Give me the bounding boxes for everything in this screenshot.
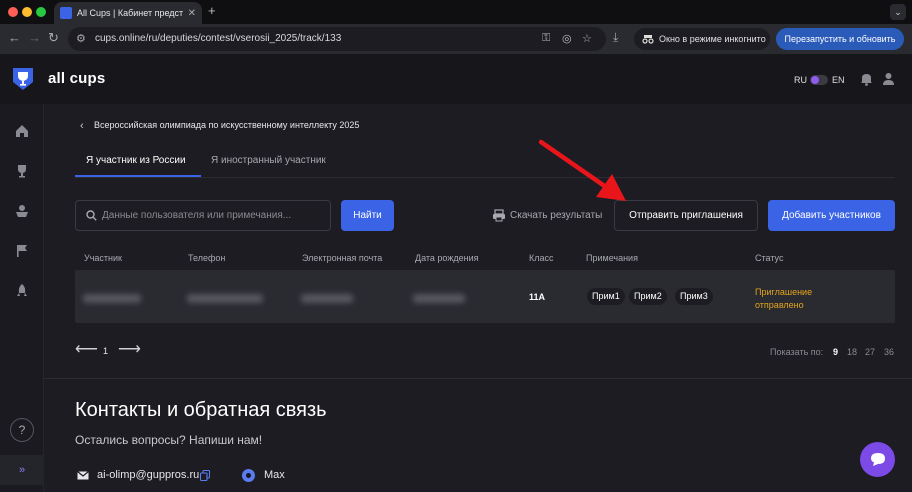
incognito-label: Окно в режиме инкогнито [659, 34, 766, 44]
email-redacted [301, 294, 353, 303]
browser-tab-bar: All Cups | Кабинет представ ✕ + ⌄ [0, 0, 912, 24]
password-key-icon[interactable]: ⚿ [542, 32, 550, 45]
new-tab-button[interactable]: + [208, 3, 216, 18]
column-header-email[interactable]: Электронная почта [302, 253, 382, 263]
phone-redacted [187, 294, 263, 303]
page-size-option[interactable]: 18 [847, 347, 857, 357]
home-icon[interactable] [14, 123, 30, 139]
incognito-icon [642, 35, 654, 44]
tab-foreign-participant[interactable]: Я иностранный участник [211, 155, 326, 166]
participant-name-redacted [83, 294, 141, 303]
lang-en-label[interactable]: EN [832, 75, 845, 85]
expand-sidebar-button[interactable]: » [0, 455, 44, 485]
class-cell: 11А [529, 292, 546, 302]
maximize-window-button[interactable] [36, 7, 46, 17]
download-results-button[interactable]: Скачать результаты [492, 209, 602, 222]
brand-name[interactable]: all cups [48, 70, 105, 87]
page-size-option[interactable]: 9 [833, 347, 838, 357]
help-button[interactable]: ? [10, 418, 34, 442]
url-text: cups.online/ru/deputies/contest/vserosii… [95, 33, 342, 44]
flag-icon[interactable] [14, 243, 30, 259]
max-contact-link[interactable]: Max [264, 469, 285, 481]
column-header-phone[interactable]: Телефон [188, 253, 225, 263]
site-favicon-icon [60, 7, 72, 19]
chat-button[interactable] [860, 442, 895, 477]
column-header-birthdate[interactable]: Дата рождения [415, 253, 479, 263]
user-icon[interactable] [882, 72, 895, 86]
language-toggle[interactable] [810, 75, 828, 85]
printer-download-icon [493, 209, 505, 222]
download-icon[interactable]: ⤓ [613, 30, 618, 45]
back-icon[interactable]: ← [8, 30, 21, 45]
rocket-icon[interactable] [14, 283, 30, 299]
close-tab-icon[interactable]: ✕ [188, 8, 196, 19]
breadcrumb[interactable]: Всероссийская олимпиада по искусственном… [94, 120, 359, 130]
section-divider [44, 378, 912, 379]
tab-search-icon[interactable]: ⌄ [890, 4, 906, 20]
note-chip: Прим2 [629, 288, 667, 305]
prev-page-arrow-icon[interactable]: ⟵ [75, 339, 98, 359]
eye-off-icon[interactable]: ◎ [562, 32, 572, 45]
find-button[interactable]: Найти [341, 200, 394, 231]
sidebar: ? » [0, 104, 44, 492]
reload-icon[interactable]: ↻ [48, 30, 59, 46]
status-badge: Приглашение отправлено [755, 287, 813, 310]
mail-icon [77, 471, 89, 480]
app: all cups RU EN ? » ‹ Всероссийская олимп… [0, 54, 912, 492]
close-window-button[interactable] [8, 7, 18, 17]
contacts-title: Контакты и обратная связь [75, 399, 327, 421]
contacts-subtitle: Остались вопросы? Напиши нам! [75, 433, 263, 447]
browser-tab[interactable]: All Cups | Кабинет представ ✕ [54, 2, 202, 24]
search-input[interactable] [102, 201, 328, 230]
bell-icon[interactable] [860, 72, 873, 86]
address-bar[interactable]: ⚙ cups.online/ru/deputies/contest/vseros… [68, 27, 606, 51]
column-header-notes[interactable]: Примечания [586, 253, 638, 263]
add-participants-button[interactable]: Добавить участников [768, 200, 895, 231]
search-box[interactable] [75, 200, 331, 231]
browser-toolbar: ← → ↻ ⚙ cups.online/ru/deputies/contest/… [0, 24, 912, 54]
page-number[interactable]: 1 [103, 346, 108, 356]
relaunch-update-button[interactable]: Перезапустить и обновить [776, 28, 904, 50]
tab-title: All Cups | Кабинет представ [77, 8, 183, 18]
note-chip: Прим1 [587, 288, 625, 305]
site-info-icon[interactable]: ⚙ [76, 32, 86, 45]
max-messenger-icon [242, 469, 255, 482]
toggle-knob [811, 76, 819, 84]
table-row[interactable]: 11А Прим1 Прим2 Прим3 Приглашение отправ… [75, 270, 895, 323]
bookmark-star-icon[interactable]: ☆ [582, 32, 592, 45]
copy-icon[interactable] [200, 470, 210, 481]
send-invitations-button[interactable]: Отправить приглашения [614, 200, 758, 231]
all-cups-logo-icon[interactable] [12, 67, 34, 91]
lang-ru-label[interactable]: RU [794, 75, 807, 85]
column-header-participant[interactable]: Участник [84, 253, 122, 263]
back-chevron-icon[interactable]: ‹ [80, 120, 84, 132]
tab-russia-participant[interactable]: Я участник из России [86, 155, 186, 166]
download-results-label: Скачать результаты [510, 210, 603, 221]
tabs-divider [75, 177, 895, 178]
page-size-option[interactable]: 27 [865, 347, 875, 357]
column-header-status[interactable]: Статус [755, 253, 783, 263]
next-page-arrow-icon[interactable]: ⟶ [118, 339, 141, 359]
contact-email[interactable]: ai-olimp@guppros.ru [97, 469, 199, 481]
trophy-icon[interactable] [14, 163, 30, 179]
minimize-window-button[interactable] [22, 7, 32, 17]
cup-icon[interactable] [14, 203, 30, 219]
search-icon [86, 210, 97, 221]
incognito-indicator[interactable]: Окно в режиме инкогнито [634, 28, 770, 50]
column-header-class[interactable]: Класс [529, 253, 554, 263]
page-size-option[interactable]: 36 [884, 347, 894, 357]
page-size-label: Показать по: [770, 347, 824, 357]
note-chip: Прим3 [675, 288, 713, 305]
birthdate-redacted [413, 294, 465, 303]
forward-icon[interactable]: → [28, 30, 41, 45]
chat-bubble-icon [870, 453, 885, 466]
top-header: all cups RU EN [0, 54, 912, 104]
